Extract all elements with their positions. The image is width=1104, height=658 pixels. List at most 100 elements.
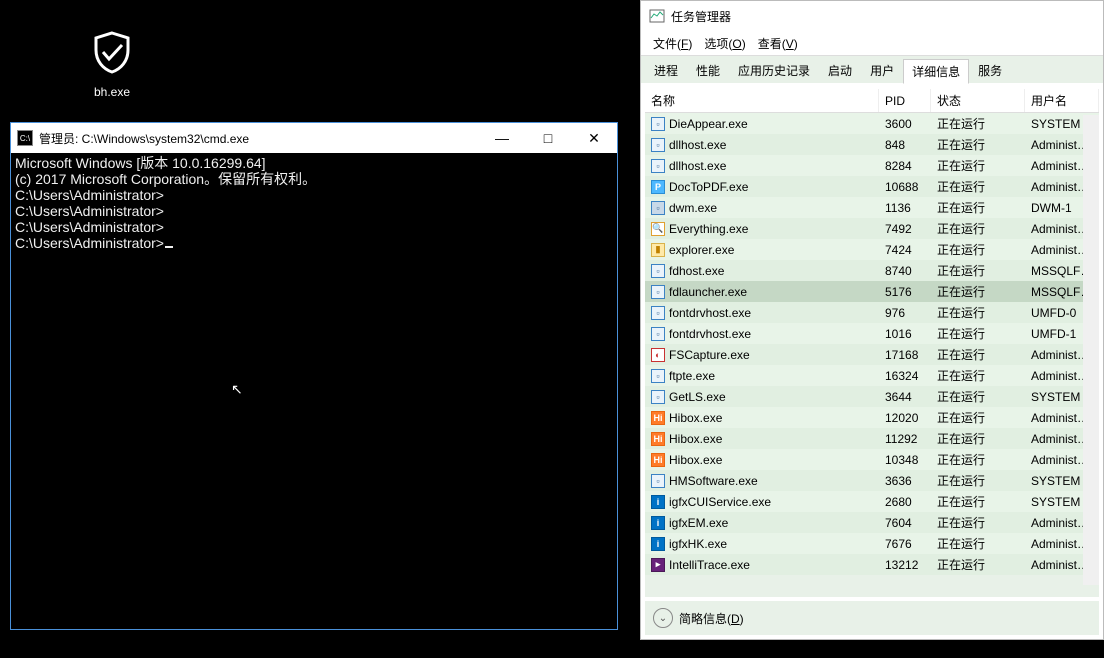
- column-name[interactable]: 名称: [645, 89, 879, 112]
- process-status: 正在运行: [931, 178, 1025, 195]
- tab-3[interactable]: 启动: [819, 58, 861, 83]
- process-name: HMSoftware.exe: [669, 474, 758, 488]
- tab-5[interactable]: 详细信息: [903, 59, 969, 84]
- expand-button[interactable]: ⌄: [653, 608, 673, 628]
- tab-1[interactable]: 性能: [687, 58, 729, 83]
- maximize-button[interactable]: □: [525, 123, 571, 153]
- process-name: fontdrvhost.exe: [669, 327, 751, 341]
- process-icon: Hi: [651, 453, 665, 467]
- menu-file[interactable]: 文件(F): [649, 33, 696, 54]
- table-row[interactable]: ▫dllhost.exe8284正在运行Administrator: [645, 155, 1099, 176]
- table-row[interactable]: HiHibox.exe10348正在运行Administrator: [645, 449, 1099, 470]
- process-pid: 1136: [879, 201, 931, 215]
- process-status: 正在运行: [931, 493, 1025, 510]
- process-name: fdlauncher.exe: [669, 285, 747, 299]
- process-icon: i: [651, 537, 665, 551]
- table-row[interactable]: ◐FSCapture.exe17168正在运行Administrator: [645, 344, 1099, 365]
- process-status: 正在运行: [931, 556, 1025, 573]
- process-list[interactable]: ▫DieAppear.exe3600正在运行SYSTEM ▫ dllhost.exe…: [645, 113, 1099, 597]
- taskmgr-titlebar[interactable]: 任务管理器: [641, 1, 1103, 31]
- table-row[interactable]: ▫GetLS.exe3644正在运行SYSTEM: [645, 386, 1099, 407]
- process-name: explorer.exe: [669, 243, 734, 257]
- process-pid: 3600: [879, 117, 931, 131]
- process-pid: 8284: [879, 159, 931, 173]
- taskmgr-body: 名称 PID 状态 用户名 ▫DieAppear.exe3600正在运行SYST…: [645, 89, 1099, 597]
- process-pid: 11292: [879, 432, 931, 446]
- process-icon: P: [651, 180, 665, 194]
- close-button[interactable]: ✕: [571, 123, 617, 153]
- minimize-button[interactable]: —: [479, 123, 525, 153]
- process-icon: i: [651, 495, 665, 509]
- table-row[interactable]: HiHibox.exe11292正在运行Administrator: [645, 428, 1099, 449]
- table-row[interactable]: iigfxEM.exe7604正在运行Administrator: [645, 512, 1099, 533]
- process-name: dwm.exe: [669, 201, 717, 215]
- table-row[interactable]: ▸IntelliTrace.exe13212正在运行Administrator: [645, 554, 1099, 575]
- tab-2[interactable]: 应用历史记录: [729, 58, 819, 83]
- process-name: dllhost.exe: [669, 138, 726, 152]
- table-row[interactable]: HiHibox.exe12020正在运行Administrator: [645, 407, 1099, 428]
- process-pid: 5176: [879, 285, 931, 299]
- taskmgr-icon: [649, 8, 665, 24]
- desktop-icon-bh[interactable]: bh.exe: [80, 30, 144, 99]
- process-icon: ▫: [651, 159, 665, 173]
- process-status: 正在运行: [931, 409, 1025, 426]
- desktop-icon-label: bh.exe: [80, 85, 144, 99]
- process-pid: 848: [879, 138, 931, 152]
- vertical-scrollbar[interactable]: [1083, 115, 1099, 585]
- process-name: dllhost.exe: [669, 159, 726, 173]
- horizontal-scrollbar[interactable]: [1083, 569, 1099, 585]
- column-pid[interactable]: PID: [879, 89, 931, 112]
- process-pid: 2680: [879, 495, 931, 509]
- table-row[interactable]: PDocToPDF.exe10688正在运行Administrator: [645, 176, 1099, 197]
- process-name: fontdrvhost.exe: [669, 306, 751, 320]
- task-manager-window[interactable]: 任务管理器 文件(F) 选项(O) 查看(V) 进程性能应用历史记录启动用户详细…: [640, 0, 1104, 640]
- table-row[interactable]: 🔍Everything.exe7492正在运行Administrator: [645, 218, 1099, 239]
- cmd-title: 管理员: C:\Windows\system32\cmd.exe: [39, 130, 479, 147]
- process-pid: 1016: [879, 327, 931, 341]
- process-name: Everything.exe: [669, 222, 748, 236]
- process-icon: ▫: [651, 327, 665, 341]
- table-row[interactable]: ▫DieAppear.exe3600正在运行SYSTEM: [645, 113, 1099, 134]
- process-name: igfxHK.exe: [669, 537, 727, 551]
- process-name: GetLS.exe: [669, 390, 726, 404]
- process-status: 正在运行: [931, 220, 1025, 237]
- table-row[interactable]: ▫fontdrvhost.exe976正在运行UMFD-0: [645, 302, 1099, 323]
- table-row[interactable]: ▫HMSoftware.exe3636正在运行SYSTEM: [645, 470, 1099, 491]
- shield-icon: [90, 30, 134, 74]
- process-icon: ▸: [651, 558, 665, 572]
- process-pid: 10348: [879, 453, 931, 467]
- table-row[interactable]: ▫fontdrvhost.exe1016正在运行UMFD-1: [645, 323, 1099, 344]
- process-name: IntelliTrace.exe: [669, 558, 750, 572]
- table-row[interactable]: ▮explorer.exe7424正在运行Administrator: [645, 239, 1099, 260]
- menu-options[interactable]: 选项(O): [700, 33, 749, 54]
- process-status: 正在运行: [931, 304, 1025, 321]
- table-row[interactable]: ▫dllhost.exe848正在运行Administrator: [645, 134, 1099, 155]
- cursor-arrow: ↖: [231, 381, 243, 398]
- taskmgr-footer: ⌄ 简略信息(D): [645, 601, 1099, 635]
- cmd-titlebar[interactable]: C:\ 管理员: C:\Windows\system32\cmd.exe — □…: [11, 123, 617, 153]
- process-pid: 13212: [879, 558, 931, 572]
- footer-label[interactable]: 简略信息(D): [679, 610, 744, 627]
- tab-0[interactable]: 进程: [645, 58, 687, 83]
- table-row[interactable]: ▫dwm.exe1136正在运行DWM-1: [645, 197, 1099, 218]
- menu-view[interactable]: 查看(V): [754, 33, 802, 54]
- tab-4[interactable]: 用户: [861, 58, 903, 83]
- process-icon: ▫: [651, 138, 665, 152]
- process-icon: ▮: [651, 243, 665, 257]
- table-row[interactable]: ▫ftpte.exe16324正在运行Administrator: [645, 365, 1099, 386]
- process-pid: 976: [879, 306, 931, 320]
- table-row[interactable]: ▫fdlauncher.exe5176正在运行MSSQLFDLauncher: [645, 281, 1099, 302]
- table-row[interactable]: ▫fdhost.exe8740正在运行MSSQLFDLauncher: [645, 260, 1099, 281]
- cmd-window[interactable]: C:\ 管理员: C:\Windows\system32\cmd.exe — □…: [10, 122, 618, 630]
- table-row[interactable]: iigfxCUIService.exe2680正在运行SYSTEM: [645, 491, 1099, 512]
- column-status[interactable]: 状态: [931, 89, 1025, 112]
- process-pid: 7424: [879, 243, 931, 257]
- table-row[interactable]: iigfxHK.exe7676正在运行Administrator: [645, 533, 1099, 554]
- column-user[interactable]: 用户名: [1025, 89, 1099, 112]
- process-status: 正在运行: [931, 325, 1025, 342]
- process-status: 正在运行: [931, 199, 1025, 216]
- process-pid: 7604: [879, 516, 931, 530]
- tab-6[interactable]: 服务: [969, 58, 1011, 83]
- cmd-output[interactable]: Microsoft Windows [版本 10.0.16299.64](c) …: [11, 153, 617, 254]
- taskmgr-menubar: 文件(F) 选项(O) 查看(V): [641, 31, 1103, 55]
